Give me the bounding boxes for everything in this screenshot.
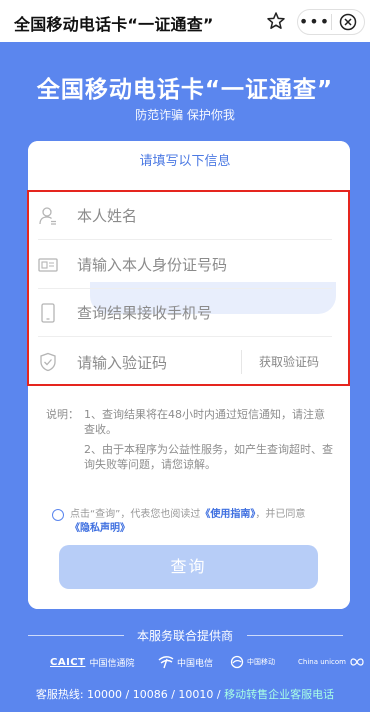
china-mobile-logo: 中国移动 xyxy=(230,652,275,672)
mvno-hotline-link[interactable]: 移动转售企业客服电话 xyxy=(224,688,334,701)
hotline-text: 客服热线: 10000 / 10086 / 10010 / xyxy=(35,688,221,701)
hero-title: 全国移动电话卡“一证通查” xyxy=(36,77,334,103)
get-code-button[interactable]: 获取验证码 xyxy=(241,350,319,374)
id-number-placeholder: 请输入本人身份证号码 xyxy=(77,256,228,274)
phone-field[interactable]: 查询结果接收手机号 xyxy=(38,289,332,337)
china-unicom-logo: China unicom xyxy=(298,652,366,672)
caict-logo: CAICT 中国信通院 xyxy=(50,652,134,672)
capsule-menu: ••• xyxy=(297,9,365,35)
caict-name: 中国信通院 xyxy=(89,658,135,669)
shield-check-icon xyxy=(38,352,58,372)
caict-abbr: CAICT xyxy=(50,656,86,668)
close-button[interactable] xyxy=(332,13,364,31)
note-item-1: 1、查询结果将在48小时内通过短信通知，请注意查收。 xyxy=(84,408,325,436)
usage-guide-link[interactable]: 《使用指南》 xyxy=(200,509,255,520)
hero-subtitle: 防范诈骗 保护你我 xyxy=(135,108,235,122)
provider-logos: CAICT 中国信通院 中国电信 中国移动 China unicom xyxy=(0,652,370,672)
agreement-prefix: 点击“查询”，代表您也阅读过 xyxy=(70,509,201,520)
mobile-icon xyxy=(230,655,244,669)
person-icon xyxy=(38,206,58,226)
divider-left xyxy=(28,635,124,636)
id-card-icon xyxy=(38,255,58,275)
provider-heading: 本服务联合提供商 xyxy=(0,627,370,644)
name-placeholder: 本人姓名 xyxy=(77,207,138,225)
agreement-radio[interactable] xyxy=(52,509,64,521)
telecom-name: 中国电信 xyxy=(177,658,214,669)
provider-text: 本服务联合提供商 xyxy=(136,629,233,643)
phone-placeholder: 查询结果接收手机号 xyxy=(77,304,213,322)
mobile-name: 中国移动 xyxy=(247,658,275,666)
divider-right xyxy=(247,635,343,636)
app-title: 全国移动电话卡“一证通查” xyxy=(14,15,214,34)
query-button[interactable]: 查询 xyxy=(59,545,318,589)
star-icon[interactable] xyxy=(266,11,286,31)
telecom-icon xyxy=(158,656,174,669)
privacy-statement-link[interactable]: 《隐私声明》 xyxy=(70,523,130,534)
phone-icon xyxy=(38,302,58,323)
unicom-name: China unicom xyxy=(298,658,346,666)
name-field[interactable]: 本人姓名 xyxy=(38,192,332,240)
close-icon xyxy=(339,13,357,31)
top-bar: 全国移动电话卡“一证通查” ••• xyxy=(0,0,370,42)
verification-code-placeholder: 请输入验证码 xyxy=(77,353,168,372)
note-item-2: 2、由于本程序为公益性服务，如产生查询超时、查询失败等问题，请您谅解。 xyxy=(84,443,333,471)
unicom-icon xyxy=(350,658,364,666)
more-button[interactable]: ••• xyxy=(298,12,331,32)
notes-label: 说明： xyxy=(46,408,79,421)
agreement-text: 点击“查询”，代表您也阅读过《使用指南》，并已同意《隐私声明》 xyxy=(70,508,332,536)
china-telecom-logo: 中国电信 xyxy=(158,652,213,672)
agreement-middle: ，并已同意 xyxy=(255,509,306,520)
form-header: 请填写以下信息 xyxy=(139,154,231,169)
id-number-field[interactable]: 请输入本人身份证号码 xyxy=(38,241,332,289)
hotline-row: 客服热线: 10000 / 10086 / 10010 / 移动转售企业客服电话 xyxy=(0,686,370,702)
